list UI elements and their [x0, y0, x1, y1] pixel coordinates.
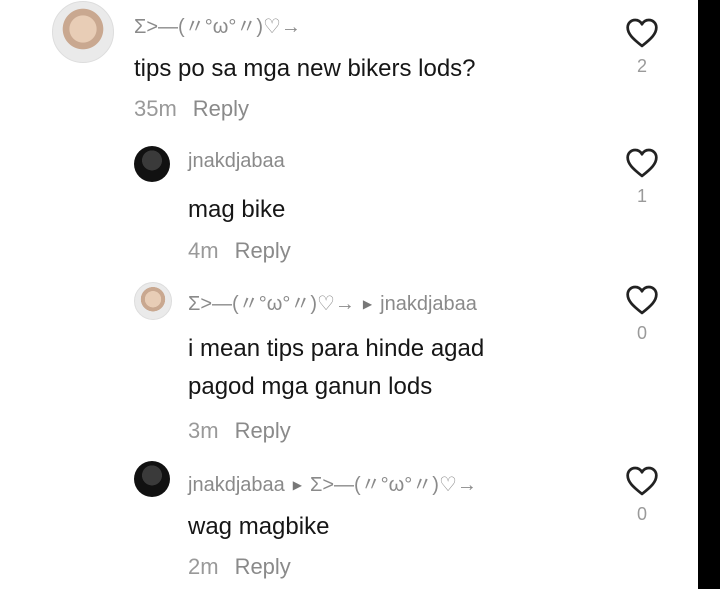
comment-meta: 3m Reply	[188, 418, 291, 444]
comment-username-text: Σ>―(〃°ω°〃)♡→	[188, 293, 355, 315]
reply-button[interactable]: Reply	[235, 418, 291, 443]
comment-text-line: wag magbike	[188, 513, 330, 540]
comment-username-text: jnakdjabaa	[188, 474, 285, 496]
comment-text: i mean tips para hinde agad pagod mga ga…	[188, 330, 484, 406]
comment-time: 3m	[188, 418, 219, 443]
comment-text: tips po sa mga new bikers lods?	[134, 50, 476, 88]
comment-text-line: mag bike	[188, 196, 286, 223]
like-button[interactable]: 0	[624, 285, 660, 344]
avatar[interactable]	[134, 282, 172, 320]
comment-username[interactable]: jnakdjabaa	[188, 150, 285, 173]
comment-username[interactable]: Σ>―(〃°ω°〃)♡→ ▶ jnakdjabaa	[188, 287, 477, 316]
comment-username[interactable]: jnakdjabaa ▶ Σ>―(〃°ω°〃)♡→	[188, 468, 477, 497]
avatar[interactable]	[134, 146, 170, 182]
like-button[interactable]: 0	[624, 466, 660, 525]
triangle-right-icon: ▶	[362, 297, 373, 311]
comment-text-line: tips po sa mga new bikers lods?	[134, 55, 476, 82]
heart-outline-icon	[626, 285, 658, 315]
reply-button[interactable]: Reply	[235, 554, 291, 579]
comment-text: wag magbike	[188, 508, 329, 546]
comment-meta: 2m Reply	[188, 554, 291, 580]
comment-text-line: i mean tips para hinde agad	[188, 335, 485, 362]
comment-time: 4m	[188, 238, 219, 263]
like-count: 0	[636, 504, 647, 524]
reply-button[interactable]: Reply	[193, 96, 249, 121]
comment-text: mag bike	[188, 191, 285, 229]
like-button[interactable]: 1	[624, 148, 660, 207]
heart-outline-icon	[626, 466, 658, 496]
heart-outline-icon	[626, 148, 658, 178]
like-count: 0	[636, 323, 647, 343]
reply-to-username[interactable]: Σ>―(〃°ω°〃)♡→	[310, 474, 477, 496]
avatar[interactable]	[134, 461, 170, 497]
comment-meta: 35m Reply	[134, 96, 249, 122]
like-button[interactable]: 2	[624, 18, 660, 77]
like-count: 1	[636, 186, 647, 206]
reply-to-username[interactable]: jnakdjabaa	[380, 293, 477, 315]
comment-username[interactable]: Σ>―(〃°ω°〃)♡→	[134, 10, 301, 39]
heart-outline-icon	[626, 18, 658, 48]
reply-button[interactable]: Reply	[235, 238, 291, 263]
comment-thread: Σ>―(〃°ω°〃)♡→ tips po sa mga new bikers l…	[0, 0, 698, 589]
comment-time: 35m	[134, 96, 177, 121]
comment-text-line: pagod mga ganun lods	[188, 373, 433, 400]
comment-meta: 4m Reply	[188, 238, 291, 264]
comment-time: 2m	[188, 554, 219, 579]
triangle-right-icon: ▶	[292, 478, 302, 492]
avatar[interactable]	[52, 1, 114, 63]
like-count: 2	[636, 56, 647, 76]
